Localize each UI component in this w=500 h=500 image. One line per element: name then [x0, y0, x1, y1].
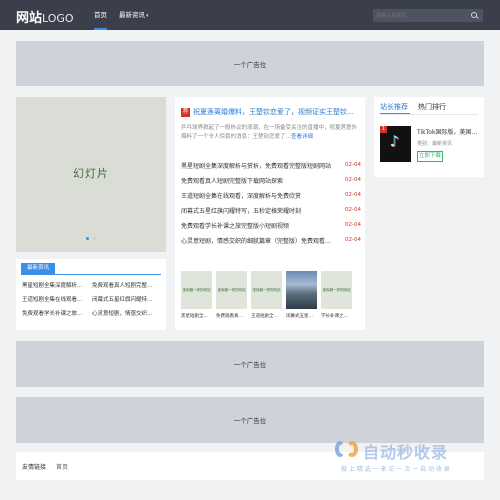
thumbnail-card[interactable]: 宝库器一样的网站 黑星短剧全…: [181, 271, 212, 319]
thumbnail-caption[interactable]: 免费观看真…: [216, 313, 247, 319]
news-date: 02-04: [345, 207, 361, 213]
news-title[interactable]: 免费观看学长补课之旅完整版小短剧视频: [181, 221, 289, 230]
tab-divider: [380, 114, 478, 115]
thumbnail-card[interactable]: 宝库器一样的网站 免费观看真…: [216, 271, 247, 319]
tab-recommend[interactable]: 站长推荐: [380, 101, 408, 113]
logo-text-en: LOGO: [42, 12, 74, 25]
friend-link[interactable]: 首页: [56, 462, 68, 471]
watermark-text: 自动秒收录: [363, 443, 449, 462]
news-row[interactable]: 闭幕式五星红旗闪耀特写，五秒定格荣耀时刻 02-04: [181, 204, 361, 216]
slide-dot[interactable]: [93, 237, 96, 240]
app-thumbnail[interactable]: 1: [380, 126, 411, 162]
app-category: 类别：最新资讯: [417, 141, 453, 147]
headline[interactable]: 荐 祝夏莲离婚爆料，王楚钦恋爱了，视频证实王楚钦…: [181, 107, 361, 117]
nav-home[interactable]: 首页: [88, 0, 113, 30]
thumbnail-caption[interactable]: 学长补课之…: [321, 313, 352, 319]
latest-news-grid: 黑星短剧全集深度解析… 免费观看真人短剧完整… 王道短剧全集在线观看… 闭幕式五…: [22, 281, 162, 317]
search-input[interactable]: [373, 9, 483, 22]
news-date: 02-04: [345, 192, 361, 198]
main-nav: 首页 最新资讯▾: [88, 0, 155, 30]
ad-label: 一个广告位: [233, 361, 267, 369]
recommend-tabs: 站长推荐 热门排行: [380, 101, 446, 113]
news-date: 02-04: [345, 222, 361, 228]
news-date: 02-04: [345, 177, 361, 183]
latest-news-panel: 最新资讯 黑星短剧全集深度解析… 免费观看真人短剧完整… 王道短剧全集在线观看……: [16, 259, 166, 330]
news-date: 02-04: [345, 162, 361, 168]
latest-item[interactable]: 免费观看真人短剧完整…: [92, 281, 162, 289]
thumbnail-row: 宝库器一样的网站 黑星短剧全… 宝库器一样的网站 免费观看真… 宝库器一样的网站…: [181, 271, 352, 319]
slide-dot-active[interactable]: [86, 237, 89, 240]
ad-banner-middle[interactable]: 一个广告位: [16, 341, 484, 387]
watermark: 自动秒收录 做 上 精 选 一 来 访 一 次 一 自 动 收 录: [333, 438, 483, 478]
thumbnail-card[interactable]: 闭幕式五星…: [286, 271, 317, 319]
tiktok-icon: [388, 132, 404, 152]
news-row[interactable]: 免费观看真人短剧完整版下载网站探索 02-04: [181, 174, 361, 186]
read-more-link[interactable]: 查看详细: [291, 134, 313, 140]
news-row[interactable]: 免费观看学长补课之旅完整版小短剧视频 02-04: [181, 219, 361, 231]
nav-latest[interactable]: 最新资讯▾: [113, 0, 155, 30]
news-date: 02-04: [345, 237, 361, 243]
site-logo[interactable]: 网站 LOGO: [16, 7, 74, 26]
thumbnail-photo[interactable]: [286, 271, 317, 309]
news-row[interactable]: 黑星短剧全集深度解析与赏析，免费观看完整版短剧网站 02-04: [181, 159, 361, 171]
news-row[interactable]: 王道短剧全集在线观看，深度解析与免费欣赏 02-04: [181, 189, 361, 201]
watermark-logo-icon: [333, 438, 361, 460]
latest-item[interactable]: 闭幕式五星红旗闪耀特…: [92, 295, 162, 303]
slideshow[interactable]: 幻灯片: [16, 97, 166, 252]
friend-links-label: 友情链接: [22, 463, 47, 471]
nav-latest-label: 最新资讯: [119, 11, 145, 19]
thumbnail-caption[interactable]: 王道短剧全…: [251, 313, 282, 319]
latest-item[interactable]: 免费观看学长补课之旅…: [22, 309, 92, 317]
news-title[interactable]: 王道短剧全集在线观看，深度解析与免费欣赏: [181, 191, 301, 200]
tab-underline: [21, 274, 161, 275]
slideshow-dots: [16, 237, 166, 240]
latest-item[interactable]: 黑星短剧全集深度解析…: [22, 281, 92, 289]
news-title[interactable]: 免费观看真人短剧完整版下载网站探索: [181, 176, 283, 185]
headline-title[interactable]: 祝夏莲离婚爆料，王楚钦恋爱了，视频证实王楚钦…: [193, 107, 354, 117]
ad-banner-top[interactable]: 一个广告位: [16, 41, 484, 86]
headline-desc: 乒乓球界掀起了一股热议的浪潮，在一场备受关注的直播中，祝夏莲意外爆料了一个令人惊…: [181, 125, 358, 140]
recommend-badge: 荐: [181, 107, 190, 117]
news-title[interactable]: 闭幕式五星红旗闪耀特写，五秒定格荣耀时刻: [181, 206, 301, 215]
latest-item[interactable]: 心灵意短剧，情感交织…: [92, 309, 162, 317]
ad-label: 一个广告位: [233, 60, 267, 69]
app-title[interactable]: TikTok国际版，美国网友…: [417, 127, 479, 136]
top-header: 网站 LOGO 首页 最新资讯▾: [0, 0, 500, 30]
news-row[interactable]: 心灵意短剧，情感交织的细腻篇章（完整版）免费观看… 02-04: [181, 234, 361, 246]
ad-banner-lower[interactable]: 一个广告位: [16, 397, 484, 443]
thumbnail-image[interactable]: 宝库器一样的网站: [321, 271, 352, 309]
nav-home-label: 首页: [94, 11, 107, 19]
chevron-down-icon: ▾: [146, 13, 149, 19]
tab-hot-rank[interactable]: 热门排行: [418, 101, 446, 113]
rank-badge: 1: [380, 126, 387, 133]
thumbnail-card[interactable]: 宝库器一样的网站 王道短剧全…: [251, 271, 282, 319]
logo-text-cn: 网站: [16, 11, 43, 26]
thumbnail-image[interactable]: 宝库器一样的网站: [216, 271, 247, 309]
tab-active-underline: [380, 113, 410, 114]
search-icon[interactable]: [471, 12, 477, 18]
thumbnail-image[interactable]: 宝库器一样的网站: [181, 271, 212, 309]
download-button[interactable]: 立即下载: [417, 151, 443, 162]
latest-item[interactable]: 王道短剧全集在线观看…: [22, 295, 92, 303]
thumbnail-caption[interactable]: 闭幕式五星…: [286, 313, 317, 319]
thumbnail-image[interactable]: 宝库器一样的网站: [251, 271, 282, 309]
ad-label: 一个广告位: [233, 417, 267, 425]
watermark-subtext: 做 上 精 选 一 来 访 一 次 一 自 动 收 录: [341, 466, 450, 473]
thumbnail-caption[interactable]: 黑星短剧全…: [181, 313, 212, 319]
latest-news-tab[interactable]: 最新资讯: [21, 263, 56, 274]
slideshow-label: 幻灯片: [73, 167, 109, 180]
news-title[interactable]: 黑星短剧全集深度解析与赏析，免费观看完整版短剧网站: [181, 161, 331, 170]
thumbnail-card[interactable]: 宝库器一样的网站 学长补课之…: [321, 271, 352, 319]
news-title[interactable]: 心灵意短剧，情感交织的细腻篇章（完整版）免费观看…: [181, 236, 331, 245]
recommend-panel: 站长推荐 热门排行 1 TikTok国际版，美国网友… 类别：最新资讯 立即下载: [374, 97, 484, 177]
headline-summary: 乒乓球界掀起了一股热议的浪潮，在一场备受关注的直播中，祝夏莲意外爆料了一个令人惊…: [181, 124, 359, 142]
